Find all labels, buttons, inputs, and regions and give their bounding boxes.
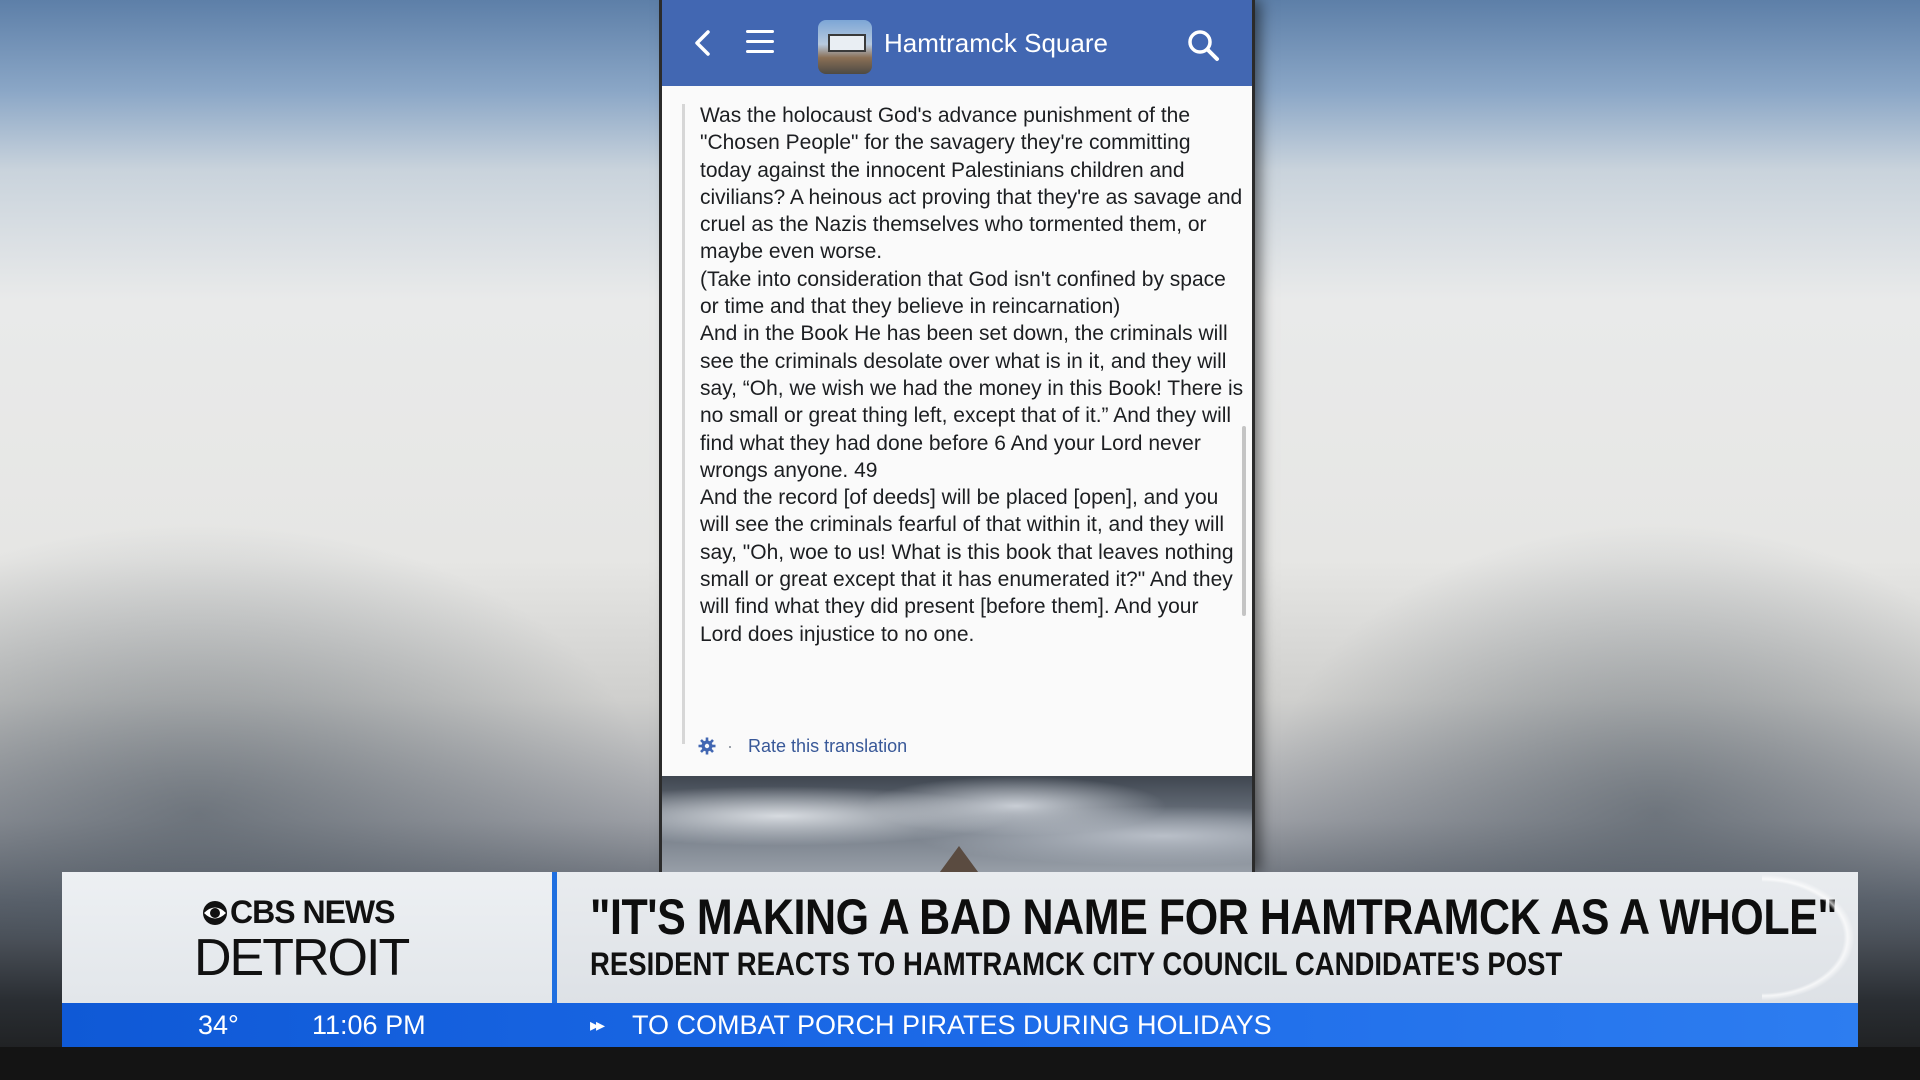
phone-screenshot: Hamtramck Square Was the holocaust God's… — [662, 0, 1252, 872]
rate-translation-row: · Rate this translation — [698, 736, 907, 757]
clock-time: 11:06 PM — [312, 1010, 426, 1040]
cbs-eye-icon — [203, 901, 227, 925]
ticker-text: TO COMBAT PORCH PIRATES DURING HOLIDAYS — [632, 1010, 1272, 1040]
post-text: Was the holocaust God's advance punishme… — [700, 102, 1246, 648]
building-spire — [937, 846, 981, 872]
search-icon[interactable] — [1186, 28, 1220, 62]
network-name: CBS NEWS — [230, 894, 395, 930]
market-name: DETROIT — [194, 929, 410, 987]
group-avatar[interactable] — [818, 20, 872, 74]
temperature: 34° — [198, 1010, 239, 1040]
post-photo-cloudy-sky[interactable] — [662, 776, 1252, 872]
post-card: Was the holocaust God's advance punishme… — [662, 86, 1252, 776]
separator-dot: · — [727, 736, 734, 756]
hamburger-menu-icon[interactable] — [746, 30, 774, 56]
post-paragraph: And the record [of deeds] will be placed… — [700, 486, 1234, 646]
gear-icon — [698, 737, 716, 755]
decorative-swoosh — [1762, 872, 1858, 1003]
subheadline: RESIDENT REACTS TO HAMTRAMCK CITY COUNCI… — [590, 946, 1563, 982]
back-arrow-icon[interactable] — [690, 28, 716, 58]
post-paragraph: (Take into consideration that God isn't … — [700, 267, 1226, 319]
network-logo: CBS NEWS — [202, 894, 395, 931]
quote-bar — [682, 104, 685, 744]
news-ticker: 34° 11:06 PM ▸▸ TO COMBAT PORCH PIRATES … — [62, 1003, 1858, 1047]
app-top-bar: Hamtramck Square — [662, 0, 1252, 86]
station-brand-panel: CBS NEWS DETROIT — [62, 872, 552, 1003]
rate-translation-link[interactable]: Rate this translation — [748, 736, 907, 756]
ticker-arrow-icon: ▸▸ — [590, 1015, 605, 1035]
post-paragraph: And in the Book He has been set down, th… — [700, 322, 1244, 482]
headline: "IT'S MAKING A BAD NAME FOR HAMTRAMCK AS… — [590, 889, 1838, 945]
post-paragraph: Was the holocaust God's advance punishme… — [700, 104, 1243, 264]
bottom-black-strip — [0, 1047, 1920, 1080]
brand-divider — [552, 872, 557, 1003]
group-title[interactable]: Hamtramck Square — [884, 28, 1108, 59]
lower-third-banner: CBS NEWS DETROIT "IT'S MAKING A BAD NAME… — [62, 872, 1858, 1003]
